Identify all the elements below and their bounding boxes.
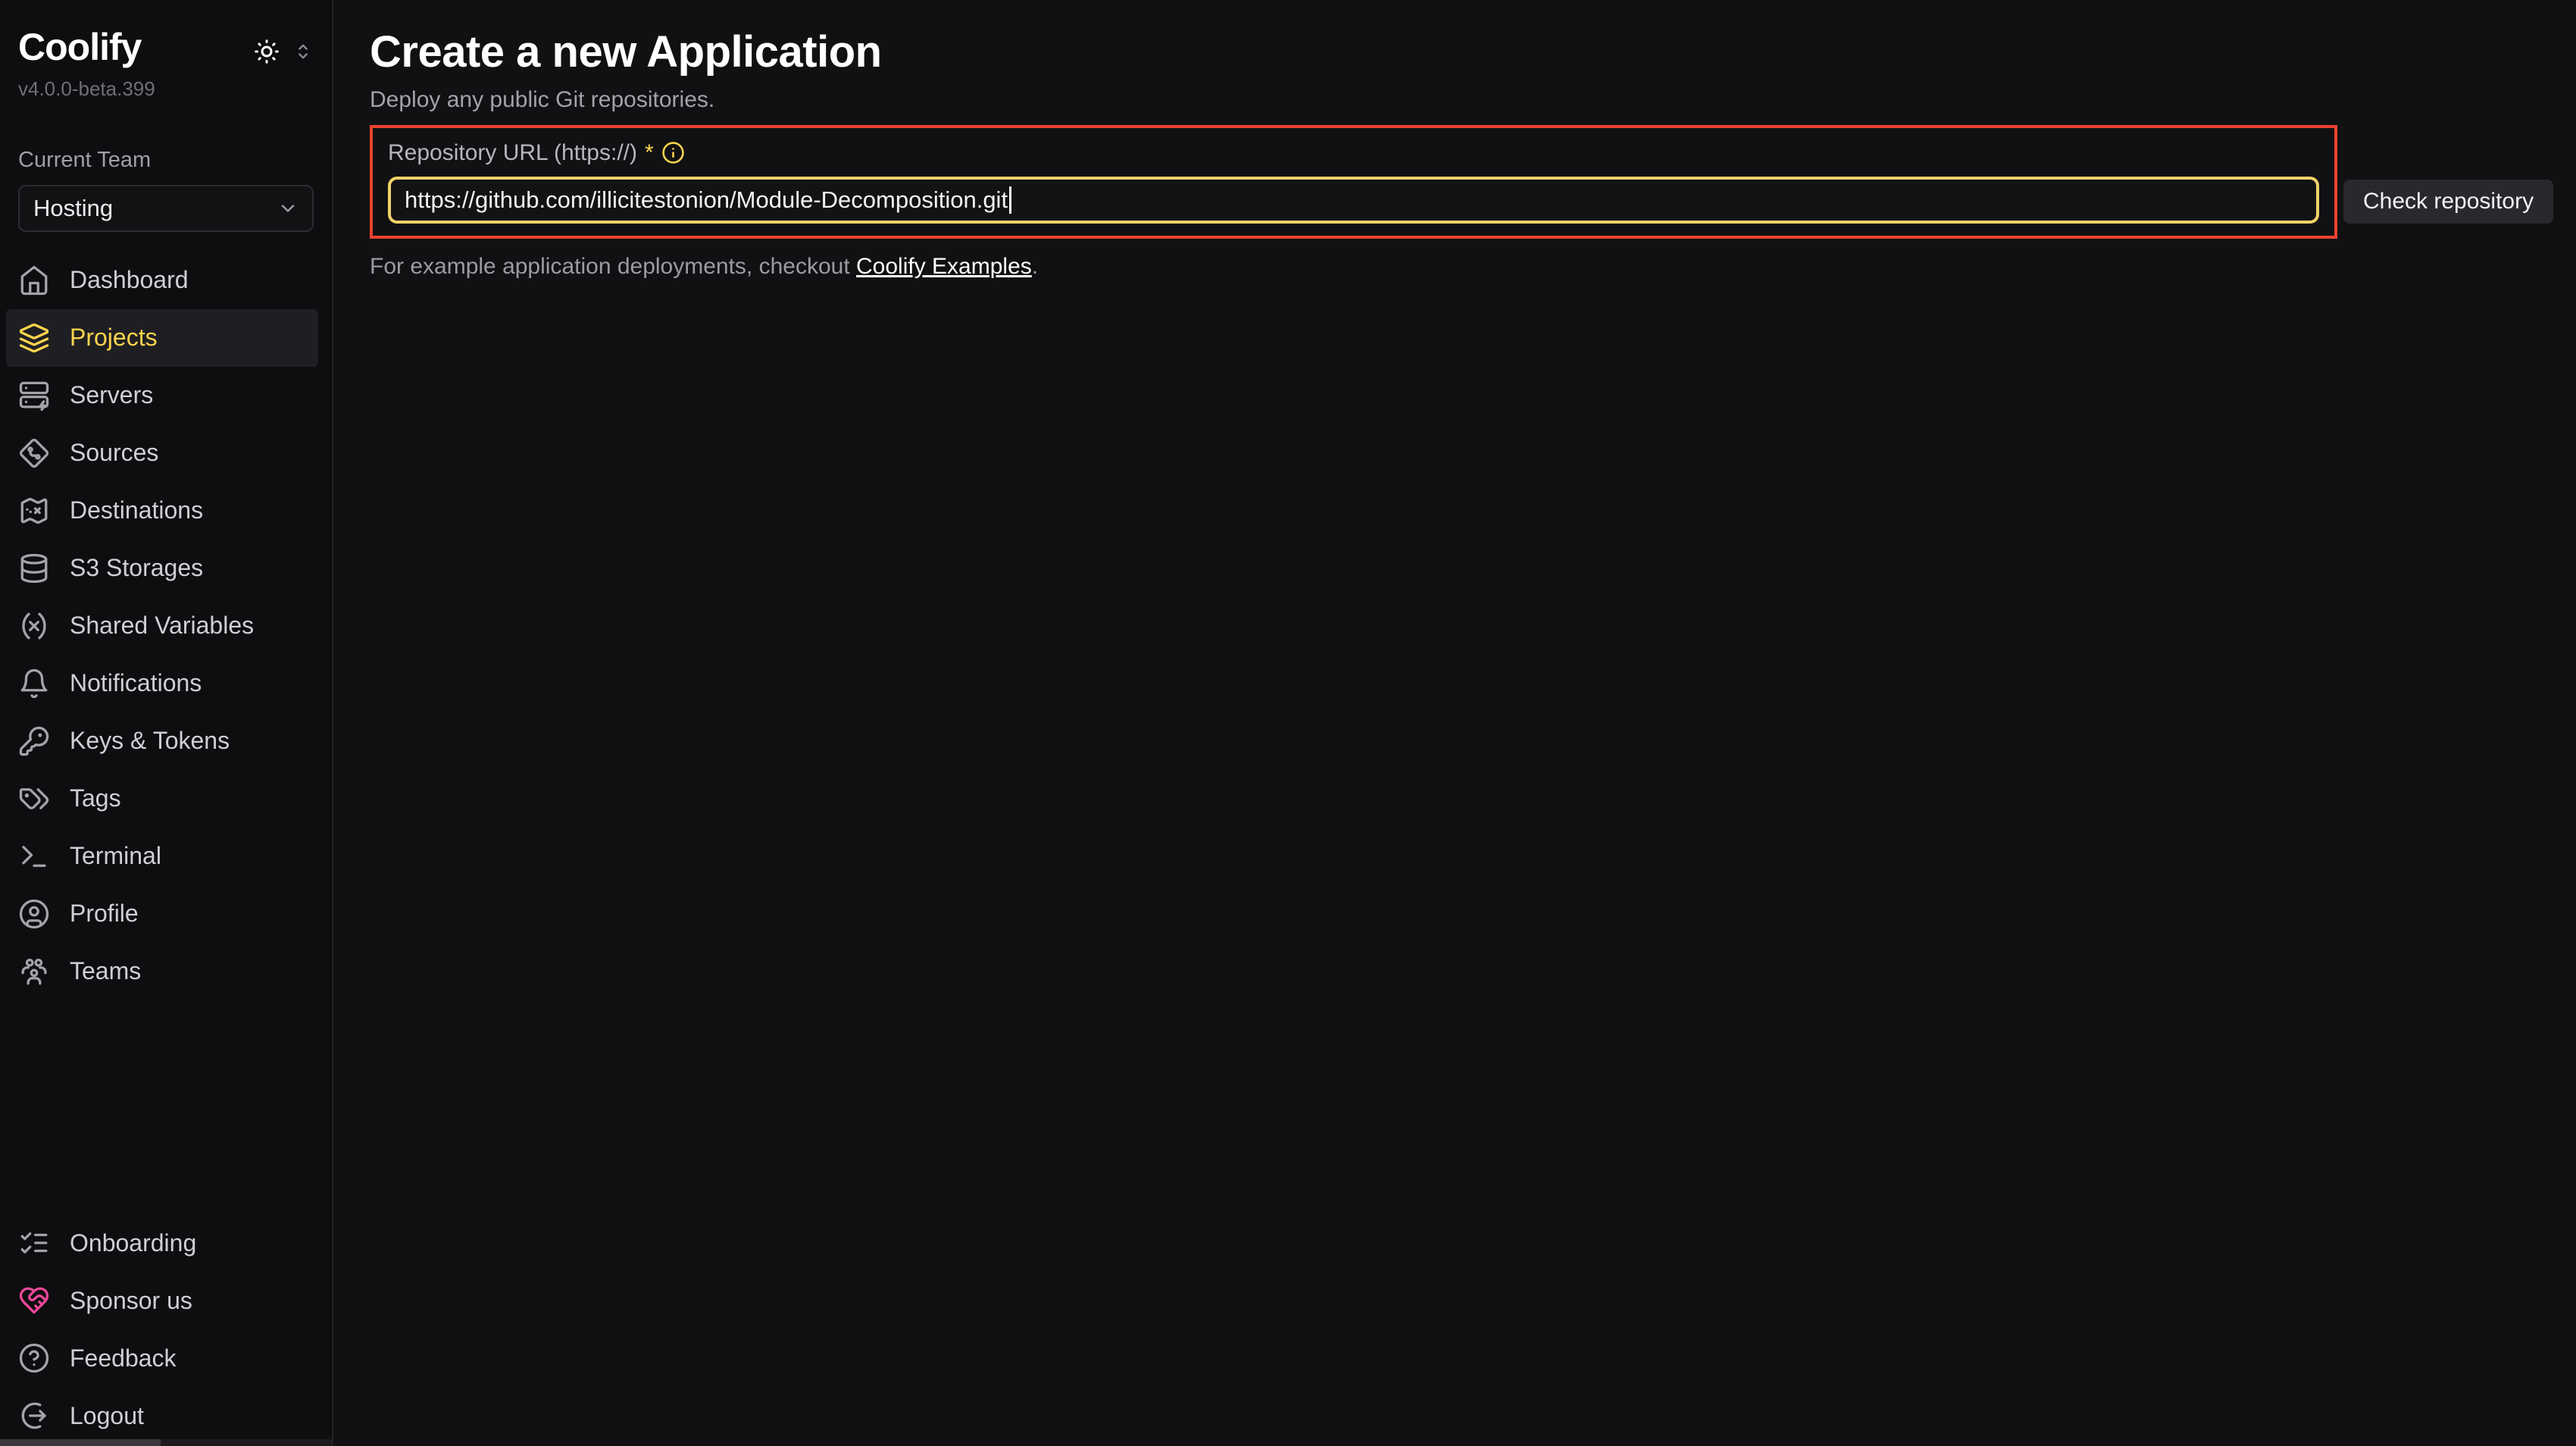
chevrons-up-down-icon <box>292 41 314 62</box>
sidebar-footer-nav: Onboarding Sponsor us Feedback Logout <box>0 1214 332 1444</box>
page-subtitle: Deploy any public Git repositories. <box>370 87 2553 113</box>
repository-form-highlight-box: Repository URL (https://) * https://gith… <box>370 125 2337 239</box>
sidebar-item-label: Onboarding <box>70 1229 196 1257</box>
repository-url-label: Repository URL (https://) <box>388 140 637 166</box>
server-icon <box>18 380 50 412</box>
check-repository-button[interactable]: Check repository <box>2343 180 2553 224</box>
sidebar-item-tags[interactable]: Tags <box>6 770 318 828</box>
theme-toggle-button[interactable] <box>253 38 280 65</box>
page-title: Create a new Application <box>370 27 2553 78</box>
required-asterisk: * <box>645 140 654 166</box>
map-icon <box>18 495 50 527</box>
list-checks-icon <box>18 1227 50 1259</box>
sidebar-item-label: Tags <box>70 784 121 812</box>
sidebar-item-dashboard[interactable]: Dashboard <box>6 252 318 309</box>
sidebar-item-label: Notifications <box>70 669 202 697</box>
sidebar-item-s3-storages[interactable]: S3 Storages <box>6 540 318 597</box>
bell-icon <box>18 668 50 700</box>
sidebar-nav: Dashboard Projects Servers Sources Destinati… <box>0 252 332 1000</box>
database-icon <box>18 552 50 584</box>
sidebar-item-notifications[interactable]: Notifications <box>6 655 318 712</box>
repository-url-input[interactable]: https://github.com/illicitestonion/Modul… <box>388 177 2319 224</box>
sidebar-item-label: Servers <box>70 381 153 409</box>
sidebar-item-keys-tokens[interactable]: Keys & Tokens <box>6 712 318 770</box>
sidebar-header: Coolify v4.0.0-beta.399 <box>0 0 332 101</box>
sidebar-item-label: Projects <box>70 324 158 352</box>
chevron-down-icon <box>277 198 299 219</box>
user-circle-icon <box>18 898 50 930</box>
sidebar-collapse-button[interactable] <box>292 41 314 62</box>
sidebar-item-sources[interactable]: Sources <box>6 424 318 482</box>
hint-text: For example application deployments, che… <box>370 254 856 279</box>
main-content: Create a new Application Deploy any publ… <box>333 0 2576 1446</box>
users-icon <box>18 956 50 987</box>
info-icon[interactable] <box>661 141 685 164</box>
sidebar-item-label: S3 Storages <box>70 554 203 582</box>
sidebar-item-terminal[interactable]: Terminal <box>6 828 318 885</box>
sidebar-item-servers[interactable]: Servers <box>6 367 318 424</box>
sidebar-item-label: Sponsor us <box>70 1287 192 1315</box>
app-logo: Coolify <box>18 26 141 70</box>
text-caret <box>1009 186 1011 214</box>
sidebar-item-label: Destinations <box>70 496 203 524</box>
sidebar-item-shared-variables[interactable]: Shared Variables <box>6 597 318 655</box>
key-icon <box>18 725 50 757</box>
sidebar-item-destinations[interactable]: Destinations <box>6 482 318 540</box>
team-select-value: Hosting <box>33 195 113 222</box>
help-circle-icon <box>18 1342 50 1374</box>
terminal-icon <box>18 840 50 872</box>
app-version: v4.0.0-beta.399 <box>18 77 314 101</box>
sidebar-item-profile[interactable]: Profile <box>6 885 318 943</box>
variable-icon <box>18 610 50 642</box>
layers-icon <box>18 322 50 354</box>
sidebar-horizontal-scrollbar[interactable] <box>0 1439 332 1446</box>
coolify-examples-link[interactable]: Coolify Examples <box>856 254 1032 279</box>
sidebar-item-label: Sources <box>70 439 158 467</box>
sidebar-item-sponsor-us[interactable]: Sponsor us <box>6 1272 318 1329</box>
sidebar-item-label: Teams <box>70 957 141 985</box>
sidebar-item-label: Feedback <box>70 1344 177 1372</box>
heart-handshake-icon <box>18 1285 50 1316</box>
sidebar-item-label: Shared Variables <box>70 612 254 640</box>
current-team-label: Current Team <box>18 148 314 173</box>
sidebar-item-onboarding[interactable]: Onboarding <box>6 1214 318 1272</box>
sidebar-spacer <box>0 1000 332 1215</box>
scrollbar-thumb[interactable] <box>0 1439 161 1446</box>
sidebar-item-label: Profile <box>70 900 139 928</box>
team-select[interactable]: Hosting <box>18 185 314 232</box>
sidebar: Coolify v4.0.0-beta.399 Current Team Hos… <box>0 0 333 1446</box>
sidebar-item-teams[interactable]: Teams <box>6 943 318 1000</box>
examples-hint: For example application deployments, che… <box>370 254 2553 280</box>
sidebar-item-projects[interactable]: Projects <box>6 309 318 367</box>
sidebar-item-label: Dashboard <box>70 266 189 294</box>
tags-icon <box>18 783 50 815</box>
hint-period: . <box>1032 254 1038 279</box>
sun-icon <box>253 38 280 65</box>
git-source-icon <box>18 437 50 469</box>
sidebar-item-label: Terminal <box>70 842 161 870</box>
sidebar-item-logout[interactable]: Logout <box>6 1387 318 1444</box>
log-out-icon <box>18 1400 50 1432</box>
sidebar-item-label: Keys & Tokens <box>70 727 230 755</box>
repository-url-value: https://github.com/illicitestonion/Modul… <box>405 186 1008 214</box>
home-icon <box>18 264 50 296</box>
sidebar-item-feedback[interactable]: Feedback <box>6 1329 318 1387</box>
sidebar-item-label: Logout <box>70 1402 144 1430</box>
